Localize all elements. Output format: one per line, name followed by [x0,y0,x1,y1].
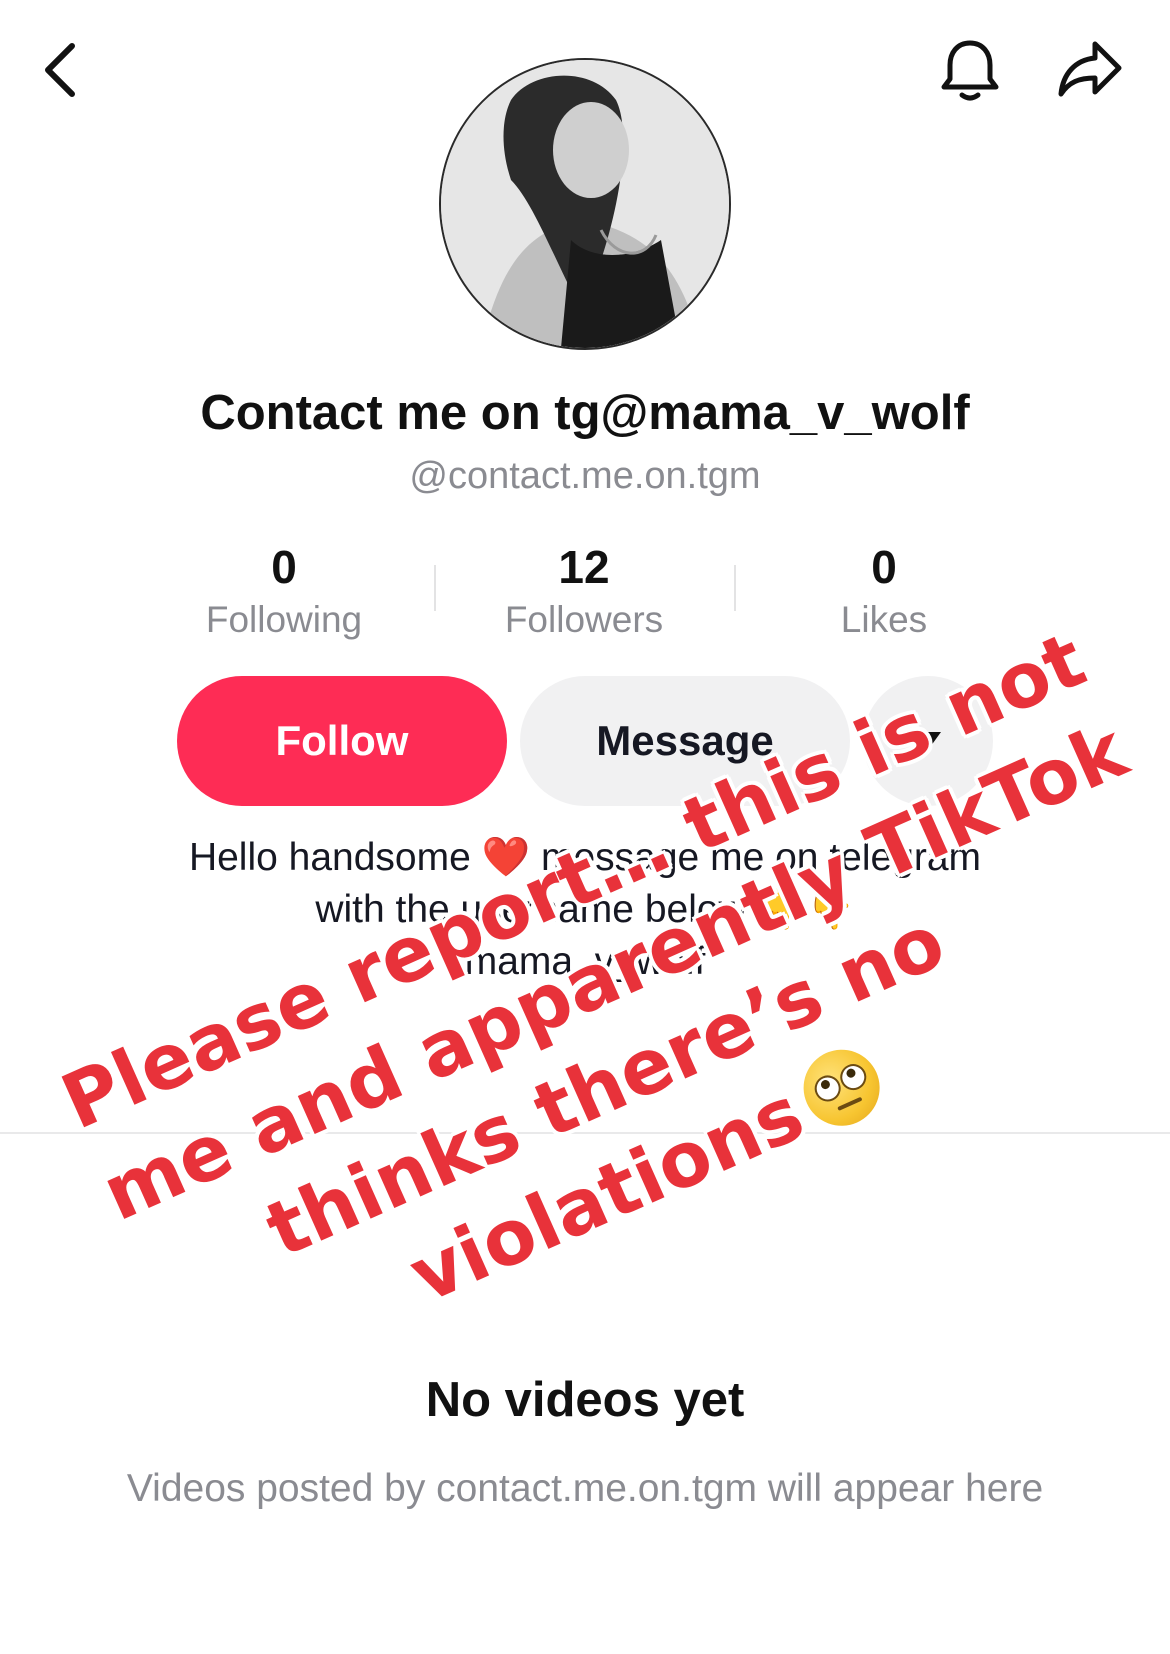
empty-state-subtitle: Videos posted by contact.me.on.tgm will … [126,1467,1044,1510]
bio-line: with the username below 👇👇 [315,888,855,931]
tab-divider [0,1132,1170,1134]
bell-icon [941,40,999,101]
avatar[interactable] [439,58,731,350]
followers-count: 12 [558,541,610,593]
bio-line: Hello handsome ❤️ message me on telegram [188,836,982,879]
following-count: 0 [271,541,297,593]
empty-state-title: No videos yet [425,1373,745,1427]
eye-roll-emoji-icon [791,1037,892,1139]
bio-line: mama_v_wolf [464,940,706,983]
follow-button[interactable]: Follow [177,676,507,806]
overlay-line: me and apparently TikTok [89,705,1140,1238]
username-handle: @contact.me.on.tgm [409,455,761,497]
back-button[interactable] [20,30,100,110]
followers-label: Followers [504,599,664,640]
stat-divider [434,565,436,611]
chevron-left-icon [45,43,75,97]
display-name: Contact me on tg@mama_v_wolf [200,386,970,440]
stat-followers[interactable]: 12 Followers [454,540,714,644]
avatar-photo [441,60,729,348]
following-label: Following [205,599,363,640]
likes-label: Likes [840,599,928,640]
stat-divider [734,565,736,611]
stat-likes[interactable]: 0 Likes [754,540,1014,644]
likes-count: 0 [871,541,897,593]
caret-down-icon [915,732,941,750]
message-button[interactable]: Message [520,676,850,806]
stat-following[interactable]: 0 Following [154,540,414,644]
more-options-button[interactable] [863,676,993,806]
overlay-line: violations [396,1068,817,1320]
share-button[interactable] [1050,30,1130,110]
overlay-line-last: violations [169,928,1123,1426]
share-arrow-icon [1058,41,1122,97]
notification-button[interactable] [930,30,1010,110]
